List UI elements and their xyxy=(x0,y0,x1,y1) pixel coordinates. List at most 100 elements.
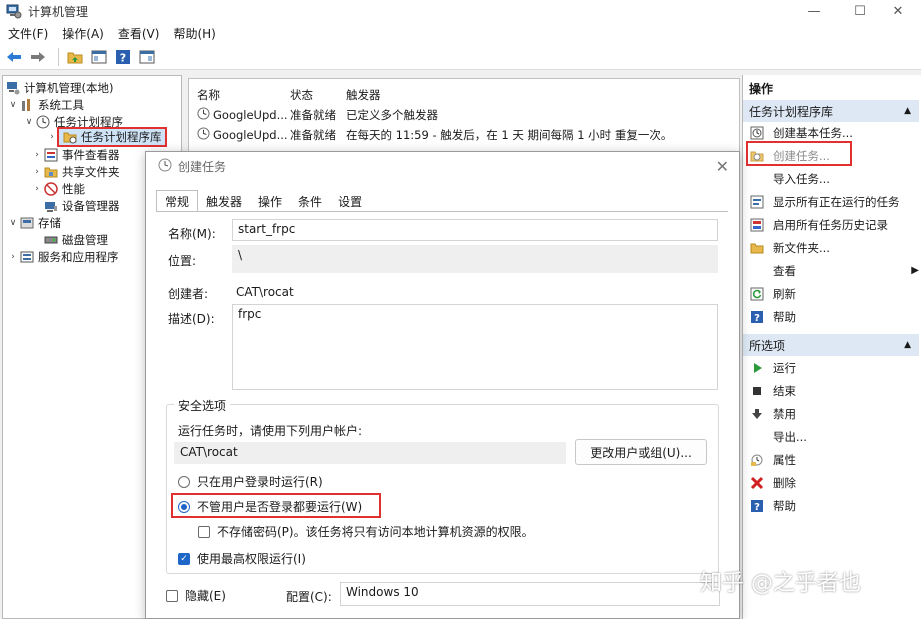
tree-label: 计算机管理(本地) xyxy=(24,80,114,95)
action-run[interactable]: 运行 xyxy=(749,357,917,378)
tree-item-shared-folders[interactable]: › 共享文件夹 xyxy=(31,163,119,180)
no-store-password-option[interactable]: 不存储密码(P)。该任务将只有访问本地计算机资源的权限。 xyxy=(198,523,534,540)
radio-button[interactable] xyxy=(178,475,190,488)
checkbox-label: 不存储密码(P)。该任务将只有访问本地计算机资源的权限。 xyxy=(217,525,534,539)
task-trigger: 在每天的 11:59 - 触发后，在 1 天 期间每隔 1 小时 重复一次。 xyxy=(346,127,673,142)
tree-item-system-tools[interactable]: ∨ 系统工具 xyxy=(7,96,84,113)
title-bar: 计算机管理 — ☐ ✕ xyxy=(0,0,921,22)
collapse-triangle-icon[interactable]: ▲ xyxy=(904,106,911,116)
delete-icon xyxy=(749,475,765,491)
chevron-right-icon[interactable]: › xyxy=(31,150,43,160)
collapse-triangle-icon[interactable]: ▲ xyxy=(904,340,911,350)
checkbox[interactable] xyxy=(198,525,210,538)
minimize-button[interactable]: — xyxy=(791,0,837,22)
show-hide-tree-icon[interactable] xyxy=(89,47,109,67)
tab-conditions[interactable]: 条件 xyxy=(290,190,330,212)
submenu-arrow-icon: ▶ xyxy=(911,265,919,276)
services-icon xyxy=(19,249,35,265)
menu-view[interactable]: 查看(V) xyxy=(111,25,167,42)
action-view[interactable]: 查看 ▶ xyxy=(749,260,919,281)
close-button[interactable]: ✕ xyxy=(875,0,921,22)
location-label: 位置: xyxy=(168,254,197,268)
tree-item-performance[interactable]: › 性能 xyxy=(31,180,85,197)
chevron-right-icon[interactable]: › xyxy=(47,132,57,142)
action-create-basic-task[interactable]: 创建基本任务... xyxy=(749,122,917,143)
tree-item-disk-management[interactable]: 磁盘管理 xyxy=(43,231,108,248)
tree-label: 存储 xyxy=(38,215,61,230)
change-user-button[interactable]: 更改用户或组(U)... xyxy=(575,439,707,465)
tab-settings[interactable]: 设置 xyxy=(330,190,370,212)
author-value: CAT\rocat xyxy=(236,285,294,299)
tab-general[interactable]: 常规 xyxy=(156,190,199,212)
checkbox-label: 使用最高权限运行(I) xyxy=(197,552,306,566)
tree-item-root[interactable]: 计算机管理(本地) xyxy=(5,79,113,96)
action-new-folder[interactable]: 新文件夹... xyxy=(749,237,917,258)
action-delete[interactable]: 删除 xyxy=(749,472,917,493)
highest-privileges-option[interactable]: ✓ 使用最高权限运行(I) xyxy=(178,550,306,567)
action-import-task[interactable]: 导入任务... xyxy=(749,168,917,189)
chevron-down-icon[interactable]: ∨ xyxy=(23,117,35,127)
tree-item-event-viewer[interactable]: › 事件查看器 xyxy=(31,146,119,163)
radio-label: 只在用户登录时运行(R) xyxy=(197,475,323,489)
tree-item-services-apps[interactable]: › 服务和应用程序 xyxy=(7,248,118,265)
shared-folder-icon xyxy=(43,164,59,180)
action-show-running[interactable]: 显示所有正在运行的任务 xyxy=(749,191,917,212)
action-help[interactable]: ? 帮助 xyxy=(749,306,917,327)
tree-item-storage[interactable]: ∨ 存储 xyxy=(7,214,61,231)
table-row[interactable]: GoogleUpd... 准备就绪 在每天的 11:59 - 触发后，在 1 天… xyxy=(197,125,733,144)
action-enable-history[interactable]: 启用所有任务历史记录 xyxy=(749,214,917,235)
actions-section-library[interactable]: 任务计划程序库 ▲ xyxy=(743,100,919,122)
disk-icon xyxy=(43,232,59,248)
checkbox[interactable]: ✓ xyxy=(178,552,190,565)
radio-option-logged-on[interactable]: 只在用户登录时运行(R) xyxy=(178,473,323,490)
svg-text:?: ? xyxy=(754,502,760,513)
show-action-pane-icon[interactable] xyxy=(137,47,157,67)
chevron-right-icon[interactable]: › xyxy=(31,167,43,177)
back-arrow-icon[interactable] xyxy=(4,47,24,67)
config-label: 配置(C): xyxy=(286,590,332,604)
help-icon[interactable]: ? xyxy=(113,47,133,67)
action-properties[interactable]: 属性 xyxy=(749,449,917,470)
config-select[interactable]: Windows 10 xyxy=(340,582,720,606)
svg-text:?: ? xyxy=(754,313,760,324)
tree-item-task-scheduler-library[interactable]: › 任务计划程序库 xyxy=(47,127,167,147)
chevron-down-icon[interactable]: ∨ xyxy=(7,100,19,110)
help-icon: ? xyxy=(749,309,765,325)
forward-arrow-icon[interactable] xyxy=(28,47,48,67)
description-field[interactable]: frpc xyxy=(232,304,718,390)
column-header-trigger[interactable]: 触发器 xyxy=(346,87,381,103)
tab-triggers[interactable]: 触发器 xyxy=(198,190,250,212)
chevron-down-icon[interactable]: ∨ xyxy=(7,218,19,228)
basic-task-icon xyxy=(749,125,765,141)
menu-file[interactable]: 文件(F) xyxy=(0,25,55,42)
task-name: GoogleUpd... xyxy=(213,127,288,142)
folder-clock-icon xyxy=(62,129,78,145)
selected-highlight: 任务计划程序库 xyxy=(57,127,167,147)
menu-help[interactable]: 帮助(H) xyxy=(166,25,222,42)
chevron-right-icon[interactable]: › xyxy=(7,252,19,262)
account-field: CAT\rocat xyxy=(174,442,566,464)
action-disable[interactable]: 禁用 xyxy=(749,403,917,424)
name-field[interactable]: start_frpc xyxy=(232,219,718,241)
action-refresh[interactable]: 刷新 xyxy=(749,283,917,304)
table-row[interactable]: GoogleUpd... 准备就绪 已定义多个触发器 xyxy=(197,105,733,124)
column-header-status[interactable]: 状态 xyxy=(290,87,313,103)
menu-action[interactable]: 操作(A) xyxy=(55,25,111,42)
section-label: 任务计划程序库 xyxy=(749,104,834,119)
author-label: 创建者: xyxy=(168,287,209,301)
tab-actions[interactable]: 操作 xyxy=(250,190,290,212)
task-trigger: 已定义多个触发器 xyxy=(346,107,438,122)
action-export[interactable]: 导出... xyxy=(749,426,917,447)
action-help-selected[interactable]: ? 帮助 xyxy=(749,495,917,516)
checkbox[interactable] xyxy=(166,589,178,602)
close-icon[interactable]: ✕ xyxy=(716,157,729,176)
chevron-right-icon[interactable]: › xyxy=(31,184,43,194)
up-folder-icon[interactable] xyxy=(65,47,85,67)
disable-icon xyxy=(749,406,765,422)
actions-section-selected[interactable]: 所选项 ▲ xyxy=(743,334,919,356)
column-header-name[interactable]: 名称 xyxy=(197,87,220,103)
refresh-icon xyxy=(749,286,765,302)
tree-item-device-manager[interactable]: 设备管理器 xyxy=(43,197,120,214)
action-end[interactable]: 结束 xyxy=(749,380,917,401)
hidden-option[interactable]: 隐藏(E) xyxy=(166,587,226,604)
